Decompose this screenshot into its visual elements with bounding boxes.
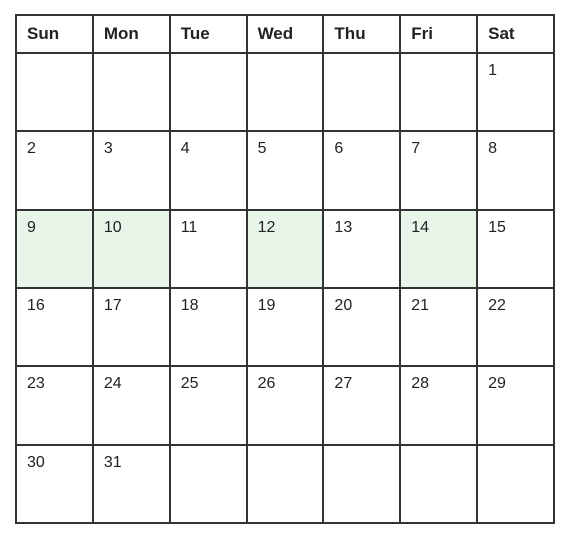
day-cell[interactable]: 9: [16, 210, 93, 288]
day-cell[interactable]: 21: [400, 288, 477, 366]
calendar-header-fri: Fri: [400, 15, 477, 53]
day-cell: [247, 53, 324, 131]
day-cell[interactable]: 8: [477, 131, 554, 209]
day-cell: [323, 445, 400, 523]
calendar-header-mon: Mon: [93, 15, 170, 53]
day-cell[interactable]: 18: [170, 288, 247, 366]
day-cell[interactable]: 23: [16, 366, 93, 444]
day-cell[interactable]: 28: [400, 366, 477, 444]
day-cell: [170, 445, 247, 523]
calendar-header-sat: Sat: [477, 15, 554, 53]
day-cell[interactable]: 25: [170, 366, 247, 444]
calendar-header-sun: Sun: [16, 15, 93, 53]
day-cell[interactable]: 16: [16, 288, 93, 366]
day-cell[interactable]: 22: [477, 288, 554, 366]
day-cell[interactable]: 17: [93, 288, 170, 366]
day-cell[interactable]: 4: [170, 131, 247, 209]
calendar-header-tue: Tue: [170, 15, 247, 53]
calendar: SunMonTueWedThuFriSat1234567891011121314…: [15, 14, 555, 524]
day-cell: [16, 53, 93, 131]
day-cell[interactable]: 30: [16, 445, 93, 523]
day-cell: [93, 53, 170, 131]
day-cell: [400, 445, 477, 523]
calendar-header-wed: Wed: [247, 15, 324, 53]
day-cell[interactable]: 7: [400, 131, 477, 209]
day-cell: [400, 53, 477, 131]
day-cell[interactable]: 5: [247, 131, 324, 209]
day-cell[interactable]: 1: [477, 53, 554, 131]
day-cell[interactable]: 15: [477, 210, 554, 288]
day-cell[interactable]: 11: [170, 210, 247, 288]
day-cell[interactable]: 24: [93, 366, 170, 444]
day-cell[interactable]: 27: [323, 366, 400, 444]
day-cell[interactable]: 31: [93, 445, 170, 523]
day-cell[interactable]: 3: [93, 131, 170, 209]
day-cell: [247, 445, 324, 523]
day-cell: [170, 53, 247, 131]
day-cell: [477, 445, 554, 523]
day-cell[interactable]: 10: [93, 210, 170, 288]
day-cell[interactable]: 14: [400, 210, 477, 288]
day-cell: [323, 53, 400, 131]
day-cell[interactable]: 29: [477, 366, 554, 444]
day-cell[interactable]: 12: [247, 210, 324, 288]
day-cell[interactable]: 19: [247, 288, 324, 366]
calendar-header-thu: Thu: [323, 15, 400, 53]
day-cell[interactable]: 26: [247, 366, 324, 444]
day-cell[interactable]: 6: [323, 131, 400, 209]
day-cell[interactable]: 2: [16, 131, 93, 209]
day-cell[interactable]: 20: [323, 288, 400, 366]
day-cell[interactable]: 13: [323, 210, 400, 288]
